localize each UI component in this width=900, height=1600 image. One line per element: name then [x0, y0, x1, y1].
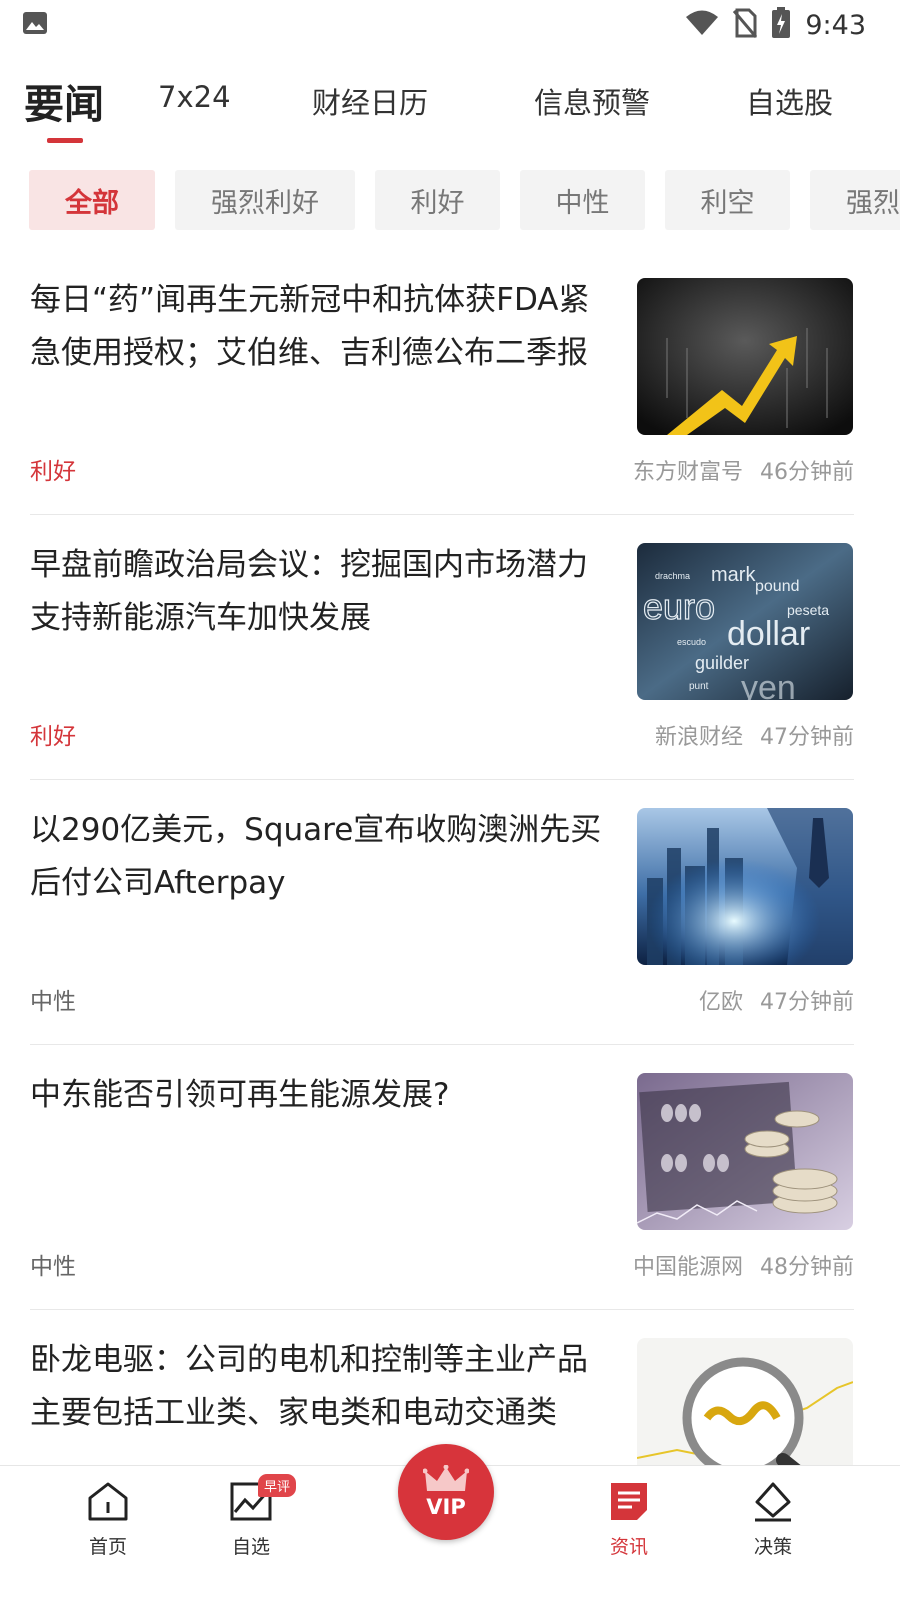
news-list: 每日“药”闻再生元新冠中和抗体获FDA紧急使用授权；艾伯维、吉利德公布二季报 利… [0, 250, 900, 1465]
news-tag: 利好 [30, 459, 76, 485]
tab-headlines[interactable]: 要闻 [24, 72, 104, 130]
news-icon [607, 1480, 651, 1526]
status-time: 9:43 [805, 9, 866, 41]
thumb-word: dollar [727, 615, 810, 653]
nav-label: 自选 [231, 1536, 270, 1558]
stock-arrow-image [637, 278, 853, 435]
nav-label: 决策 [753, 1536, 792, 1558]
nav-home[interactable]: 首页 [53, 1480, 163, 1559]
home-icon [86, 1480, 130, 1526]
news-thumbnail[interactable] [637, 1338, 853, 1465]
news-time: 46分钟前 [760, 460, 854, 485]
news-title[interactable]: 以290亿美元，Square宣布收购澳洲先买后付公司Afterpay [30, 804, 610, 910]
thumb-word: punt [689, 681, 709, 692]
news-thumbnail[interactable] [637, 278, 853, 435]
no-sim-icon [733, 8, 758, 42]
decision-icon [751, 1480, 795, 1526]
news-title[interactable]: 早盘前瞻政治局会议：挖掘国内市场潜力 支持新能源汽车加快发展 [30, 539, 610, 645]
magnifier-chart-image [637, 1338, 853, 1465]
abacus-coins-image [637, 1073, 853, 1230]
news-title[interactable]: 每日“药”闻再生元新冠中和抗体获FDA紧急使用授权；艾伯维、吉利德公布二季报 [30, 274, 610, 380]
morning-review-badge: 早评 [258, 1474, 297, 1497]
nav-decision[interactable]: 决策 [718, 1480, 828, 1559]
status-bar: 9:43 [0, 0, 900, 50]
vip-button[interactable]: VIP [398, 1444, 494, 1540]
news-item[interactable]: 卧龙电驱：公司的电机和控制等主业产品主要包括工业类、家电类和电动交通类 [30, 1310, 854, 1465]
bottom-nav: 首页 早评 自选 VIP 资讯 决策 [0, 1444, 900, 1600]
news-meta: 新浪财经 47分钟前 [655, 719, 854, 751]
status-left [22, 11, 48, 39]
thumb-word: yen [741, 669, 796, 700]
thumb-word: mark [711, 564, 756, 586]
status-right: 9:43 [685, 7, 866, 43]
tab-watchlist[interactable]: 自选股 [746, 80, 833, 122]
filter-all[interactable]: 全部 [29, 170, 155, 230]
news-source: 东方财富号 [632, 460, 743, 485]
filter-row: 全部 强烈利好 利好 中性 利空 强烈利空 [0, 170, 900, 230]
news-time: 48分钟前 [760, 1255, 854, 1280]
vip-label: VIP [426, 1495, 466, 1519]
thumb-word: escudo [677, 637, 706, 647]
news-meta: 中国能源网 48分钟前 [633, 1249, 854, 1281]
nav-watchlist[interactable]: 早评 自选 [196, 1474, 306, 1559]
filter-strong-negative[interactable]: 强烈利空 [810, 170, 900, 230]
filter-positive[interactable]: 利好 [375, 170, 500, 230]
crown-icon [422, 1464, 470, 1499]
nav-news[interactable]: 资讯 [574, 1480, 684, 1559]
filter-neutral[interactable]: 中性 [520, 170, 645, 230]
thumb-word: drachma [655, 571, 690, 581]
news-tag: 利好 [30, 724, 76, 750]
news-item[interactable]: 中东能否引领可再生能源发展? 中性 中国能源网 48分钟前 [30, 1045, 854, 1310]
news-item[interactable]: 以290亿美元，Square宣布收购澳洲先买后付公司Afterpay 中性 亿欧… [30, 780, 854, 1045]
news-source: 亿欧 [698, 990, 743, 1015]
news-title[interactable]: 卧龙电驱：公司的电机和控制等主业产品主要包括工业类、家电类和电动交通类 [30, 1334, 610, 1440]
image-notification-icon [22, 11, 48, 39]
currency-words-image: drachma mark pound euro peseta dollar es… [637, 543, 853, 700]
tab-info-alert[interactable]: 信息预警 [534, 80, 650, 122]
tab-finance-calendar[interactable]: 财经日历 [312, 80, 428, 122]
news-source: 新浪财经 [654, 725, 743, 750]
news-meta: 东方财富号 46分钟前 [633, 454, 854, 486]
news-tag: 中性 [30, 1254, 76, 1280]
filter-strong-positive[interactable]: 强烈利好 [175, 170, 355, 230]
tab-7x24[interactable]: 7x24 [158, 80, 231, 114]
news-time: 47分钟前 [760, 725, 854, 750]
filter-negative[interactable]: 利空 [665, 170, 790, 230]
wifi-icon [685, 10, 719, 40]
nav-label: 首页 [88, 1536, 127, 1558]
news-meta: 亿欧 47分钟前 [699, 984, 854, 1016]
news-item[interactable]: 每日“药”闻再生元新冠中和抗体获FDA紧急使用授权；艾伯维、吉利德公布二季报 利… [30, 250, 854, 515]
news-thumbnail[interactable] [637, 808, 853, 965]
nav-label: 资讯 [609, 1536, 648, 1558]
news-source: 中国能源网 [632, 1255, 743, 1280]
news-tag: 中性 [30, 989, 76, 1015]
city-business-image [637, 808, 853, 965]
news-item[interactable]: 早盘前瞻政治局会议：挖掘国内市场潜力 支持新能源汽车加快发展 drachma m… [30, 515, 854, 780]
active-tab-indicator [47, 138, 83, 143]
top-tabs: 要闻 7x24 财经日历 信息预警 自选股 [0, 62, 900, 152]
news-time: 47分钟前 [760, 990, 854, 1015]
news-title[interactable]: 中东能否引领可再生能源发展? [30, 1069, 610, 1122]
battery-charging-icon [771, 7, 791, 43]
thumb-word: pound [755, 578, 800, 595]
news-thumbnail[interactable]: drachma mark pound euro peseta dollar es… [637, 543, 853, 700]
news-thumbnail[interactable] [637, 1073, 853, 1230]
thumb-word: euro [643, 586, 715, 627]
